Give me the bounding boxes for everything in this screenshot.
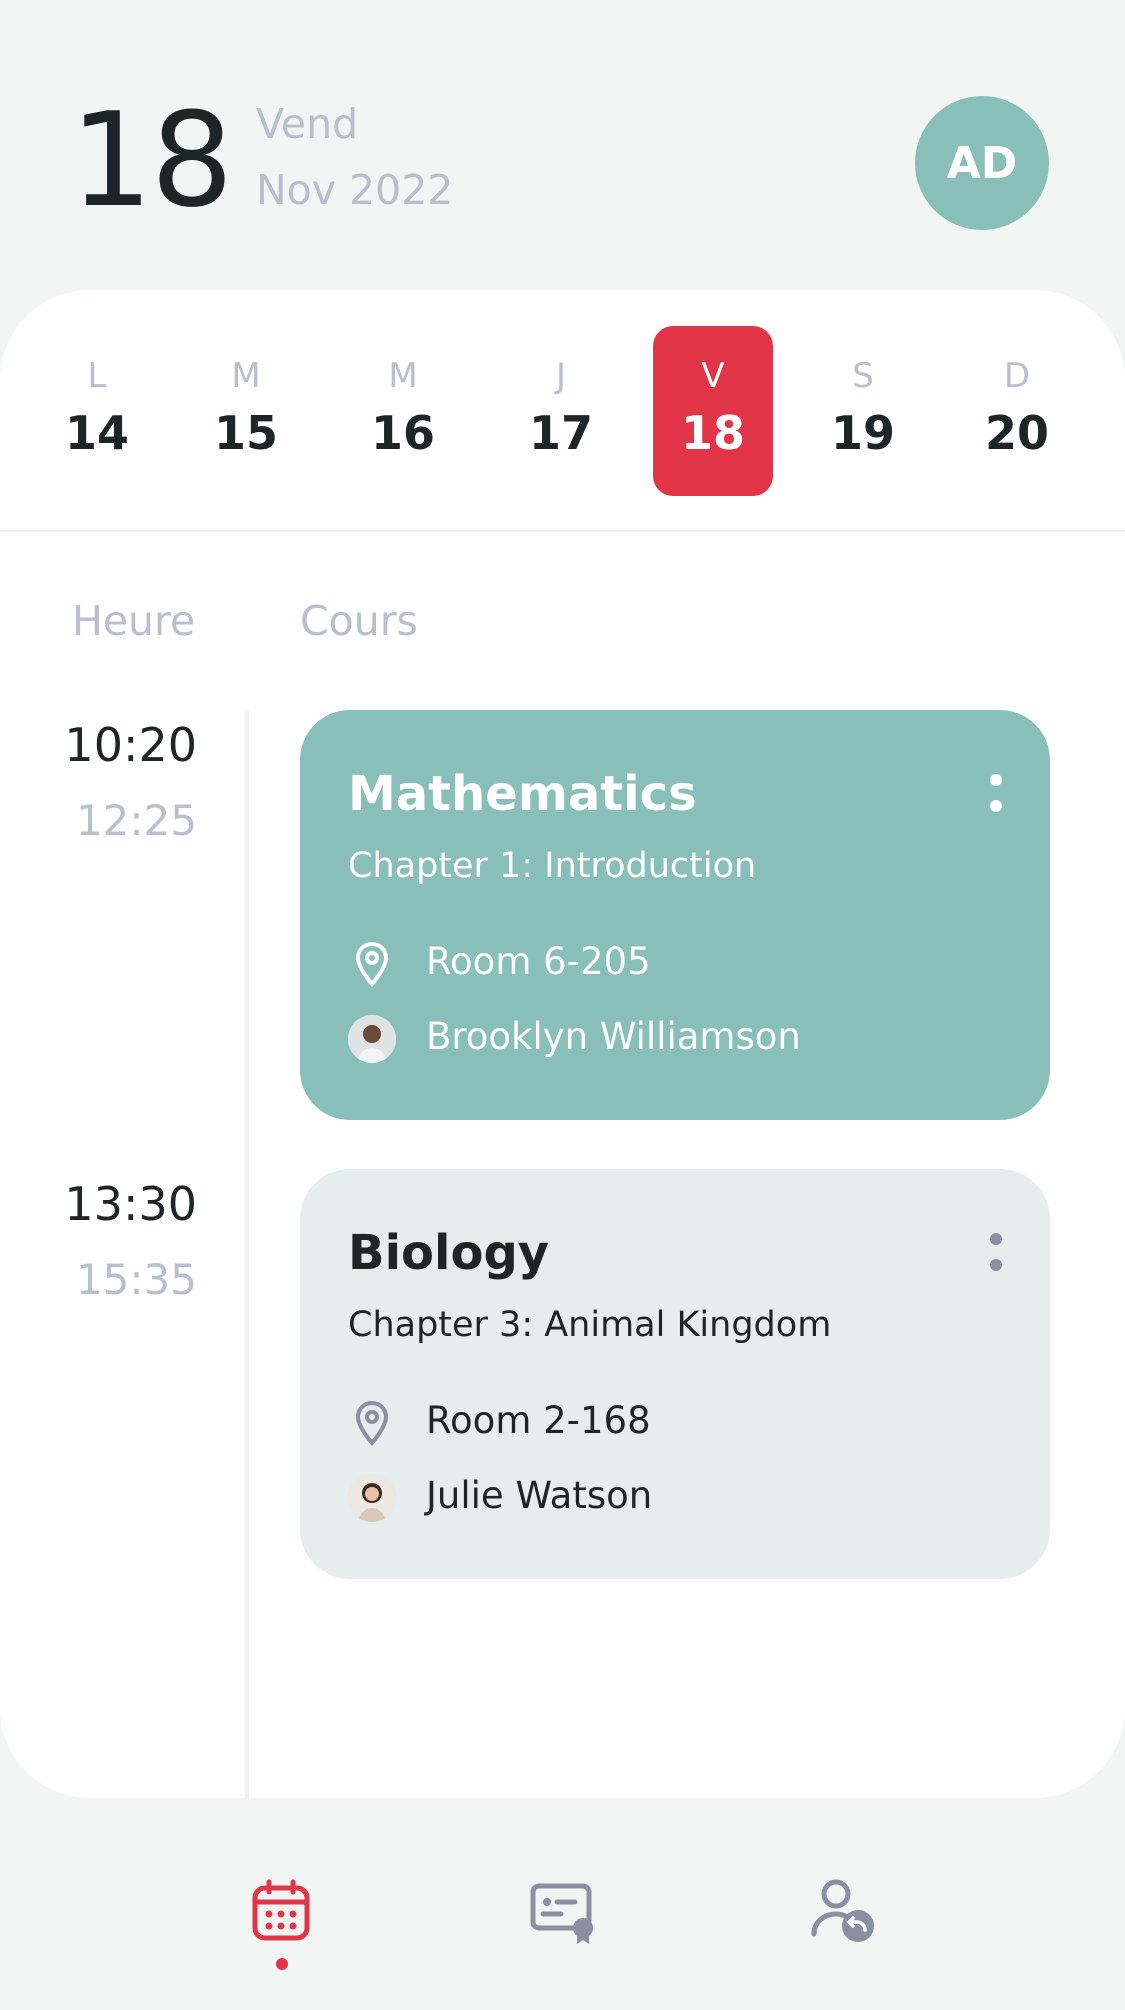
day-wednesday[interactable]: M 16 <box>343 326 463 496</box>
certificate-icon[interactable] <box>527 1876 597 1946</box>
user-switch-icon[interactable] <box>808 1876 878 1946</box>
day-sunday[interactable]: D 20 <box>957 326 1077 496</box>
course-title: Biology <box>348 1225 550 1281</box>
day-monday[interactable]: L 14 <box>37 326 157 496</box>
course-card-biology[interactable]: Biology Chapter 3: Animal Kingdom Room 2… <box>300 1169 1050 1579</box>
day-letter: S <box>852 356 874 396</box>
day-saturday[interactable]: S 19 <box>803 326 923 496</box>
column-header-time: Heure <box>72 597 196 645</box>
user-avatar[interactable]: AD <box>915 96 1049 230</box>
course-start-time: 10:20 <box>64 718 197 772</box>
course-card-mathematics[interactable]: Mathematics Chapter 1: Introduction Room… <box>300 710 1050 1120</box>
more-options-icon[interactable] <box>990 774 1002 814</box>
teacher-avatar <box>348 1015 396 1063</box>
course-end-time: 15:35 <box>75 1255 197 1304</box>
day-number: 20 <box>984 406 1049 460</box>
week-strip: L 14 M 15 M 16 J 17 V 18 S 19 D 20 <box>0 290 1125 532</box>
current-weekday: Vend <box>256 100 359 148</box>
course-end-time: 12:25 <box>75 796 197 845</box>
day-letter: M <box>388 356 418 396</box>
current-day-number: 18 <box>70 84 233 236</box>
course-chapter: Chapter 1: Introduction <box>348 846 757 886</box>
day-letter: D <box>1003 356 1031 396</box>
day-number: 16 <box>370 406 435 460</box>
day-number: 17 <box>528 406 593 460</box>
course-room: Room 6-205 <box>426 940 651 983</box>
bottom-nav <box>0 1798 1125 2010</box>
day-number: 15 <box>213 406 278 460</box>
day-letter: M <box>231 356 261 396</box>
active-indicator-dot <box>276 1958 288 1970</box>
course-room: Room 2-168 <box>426 1399 651 1442</box>
course-start-time: 13:30 <box>64 1177 197 1231</box>
more-options-icon[interactable] <box>990 1233 1002 1273</box>
day-friday-selected[interactable]: V 18 <box>653 326 773 496</box>
column-header-course: Cours <box>300 597 418 645</box>
current-month-year: Nov 2022 <box>256 166 454 214</box>
header: 18 Vend Nov 2022 AD <box>0 0 1125 290</box>
location-pin-icon <box>348 1399 396 1447</box>
course-title: Mathematics <box>348 766 697 822</box>
day-thursday[interactable]: J 17 <box>501 326 621 496</box>
day-letter: L <box>87 356 107 396</box>
location-pin-icon <box>348 940 396 988</box>
course-teacher: Julie Watson <box>426 1474 653 1517</box>
day-tuesday[interactable]: M 15 <box>186 326 306 496</box>
day-number: 14 <box>64 406 129 460</box>
day-number: 19 <box>830 406 895 460</box>
calendar-icon[interactable] <box>247 1876 317 1946</box>
course-chapter: Chapter 3: Animal Kingdom <box>348 1305 832 1345</box>
day-letter: J <box>555 356 567 396</box>
day-letter: V <box>701 356 725 396</box>
teacher-avatar <box>348 1474 396 1522</box>
day-number: 18 <box>680 406 745 460</box>
course-teacher: Brooklyn Williamson <box>426 1015 801 1058</box>
